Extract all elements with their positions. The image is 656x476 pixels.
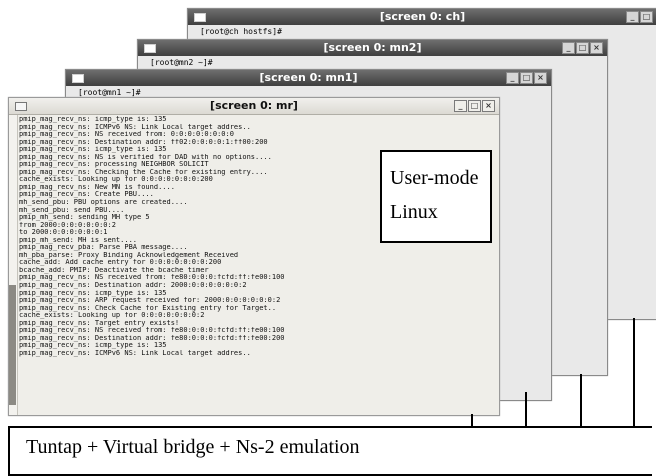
minimize-button[interactable]: _ <box>626 11 639 23</box>
log-line: cache_exists: Looking up for 0:0:0:0:0:0… <box>19 312 205 320</box>
connector-line <box>525 392 527 426</box>
window-title: [screen 0: mn1] <box>259 71 358 84</box>
log-line: pmip_mag_recv_ns: Destination addr: ff02… <box>19 138 268 146</box>
label-line: Linux <box>390 201 438 223</box>
connector-line <box>580 374 582 426</box>
connector-line <box>471 414 473 426</box>
log-line: cache_add: Add cache entry for 0:0:0:0:0… <box>19 259 222 267</box>
bridge-label-text: Tuntap + Virtual bridge + Ns-2 emulation <box>26 436 360 458</box>
title-bar[interactable]: [screen 0: ch] _ □ <box>188 9 656 25</box>
log-line: pmip_mag_recv_ns: ICMPv6 NS: Link Local … <box>19 123 251 131</box>
title-bar[interactable]: [screen 0: mn2] _ □ × <box>138 40 607 56</box>
log-line: pmip_mag_recv_ns: Destination addr: fe80… <box>19 334 285 342</box>
shell-prompt: [root@mn1 ~]# <box>78 88 141 97</box>
window-title: [screen 0: mn2] <box>323 41 422 54</box>
label-line: User-mode <box>390 167 479 189</box>
close-button[interactable]: × <box>482 100 495 112</box>
minimize-button[interactable]: _ <box>506 72 519 84</box>
scrollbar[interactable] <box>9 115 18 415</box>
maximize-button[interactable]: □ <box>520 72 533 84</box>
title-bar[interactable]: [screen 0: mn1] _ □ × <box>66 70 551 86</box>
log-line: pmip_mag_recv_ns: NS received from: 0:0:… <box>19 131 234 139</box>
log-line: pmip_mag_recv_pba: Parse PBA message.... <box>19 244 188 252</box>
close-button[interactable]: × <box>534 72 547 84</box>
scrollbar-thumb[interactable] <box>9 285 16 405</box>
log-line: pmip_mag_recv_ns: icmp_type is: 135 <box>19 342 167 350</box>
shell-prompt: [root@mn2 ~]# <box>150 58 213 67</box>
window-title: [screen 0: ch] <box>379 10 466 23</box>
window-title: [screen 0: mr] <box>210 99 298 112</box>
user-mode-linux-label: User-mode Linux <box>380 150 492 243</box>
log-line: pmip_mag_recv_ns: NS received from: fe80… <box>19 274 285 282</box>
log-line: pmip_mag_recv_ns: ARP request received f… <box>19 297 281 305</box>
minimize-button[interactable]: _ <box>454 100 467 112</box>
maximize-button[interactable]: □ <box>468 100 481 112</box>
log-line: pmip_mag_recv_ns: Target entry exists! <box>19 319 180 327</box>
log-line: pmip_mag_recv_ns: icmp_type is: 135 <box>19 116 167 123</box>
close-button[interactable]: × <box>590 42 603 54</box>
log-line: pmip_mag_recv_ns: Check Cache for Existi… <box>19 304 277 312</box>
title-bar[interactable]: [screen 0: mr] _ □ × <box>9 98 499 115</box>
maximize-button[interactable]: □ <box>576 42 589 54</box>
log-line: pmip_mag_recv_ns: Destination addr: 2000… <box>19 282 247 290</box>
log-line: bcache_add: PMIP: Deactivate the bcache … <box>19 266 209 274</box>
log-line: mh_pba_parse: Proxy Binding Acknowledgem… <box>19 251 239 259</box>
minimize-button[interactable]: _ <box>562 42 575 54</box>
log-line: pmip_mag_recv_ns: icmp_type is: 135 <box>19 289 167 297</box>
maximize-button[interactable]: □ <box>640 11 653 23</box>
shell-prompt: [root@ch hostfs]# <box>200 27 282 36</box>
log-line: pmip_mag_recv_ns: NS received from: fe80… <box>19 327 285 335</box>
log-line: pmip_mag_recv_ns: ICMPv6 NS: Link Local … <box>19 349 251 357</box>
terminal-window-mr[interactable]: [screen 0: mr] _ □ × pmip_mag_recv_ns: icm… <box>8 97 500 416</box>
bridge-emulation-label: Tuntap + Virtual bridge + Ns-2 emulation <box>8 426 652 476</box>
connector-line <box>633 318 635 426</box>
